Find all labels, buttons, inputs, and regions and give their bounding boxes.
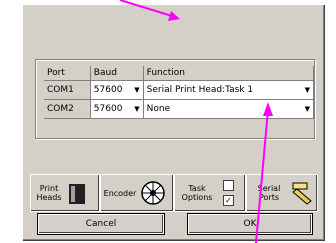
annotation-arrow-top (119, 0, 173, 17)
annotation-arrowhead-top (168, 11, 180, 21)
annotation-arrows (119, 0, 273, 243)
annotation-arrow-vertical (255, 109, 269, 243)
annotation-arrowhead-vertical (263, 102, 273, 116)
